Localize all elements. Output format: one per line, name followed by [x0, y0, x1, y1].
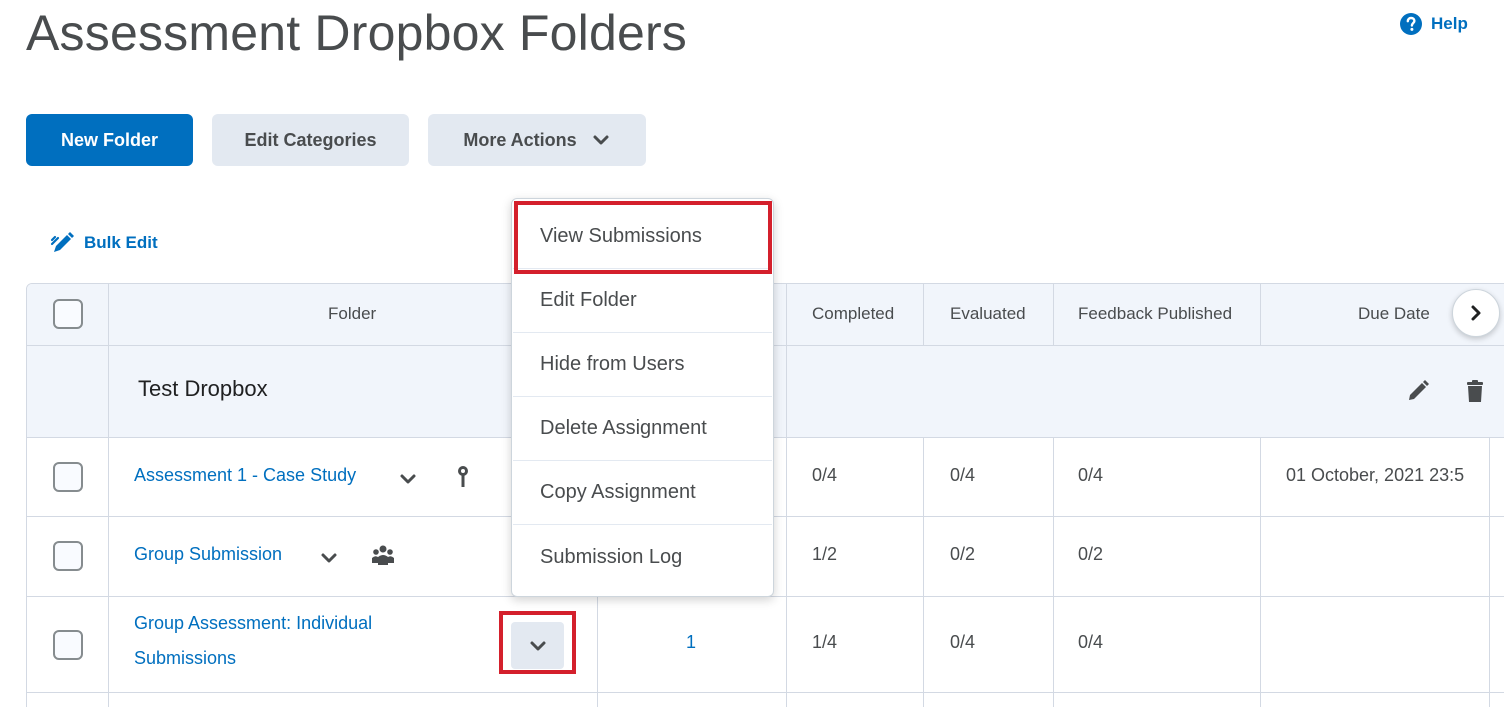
folder-link[interactable]: Assessment 1 - Case Study	[134, 465, 356, 486]
header-due-date[interactable]: Due Date	[1358, 304, 1430, 324]
completed-value: 0/4	[812, 465, 838, 485]
bulk-edit-icon	[50, 232, 74, 252]
edit-categories-button[interactable]: Edit Categories	[212, 114, 409, 166]
chevron-down-icon[interactable]	[318, 547, 340, 569]
table-row: Group Assessment: Individual Submissions…	[27, 597, 1504, 693]
highlight-box	[514, 201, 772, 274]
new-folder-button[interactable]: New Folder	[26, 114, 193, 166]
header-completed[interactable]: Completed	[812, 304, 894, 324]
more-actions-button[interactable]: More Actions	[428, 114, 646, 166]
menu-item-submission-log[interactable]: Submission Log	[513, 525, 772, 589]
folder-link[interactable]: Group Submission	[134, 544, 282, 565]
menu-item-hide-from-users[interactable]: Hide from Users	[513, 333, 772, 397]
new-submissions-link[interactable]: 1	[686, 632, 696, 653]
chevron-down-icon	[593, 135, 609, 145]
folder-link-line2[interactable]: Submissions	[134, 648, 236, 669]
column-divider	[1260, 284, 1261, 346]
chevron-right-icon	[1471, 305, 1481, 321]
row-checkbox[interactable]	[53, 630, 83, 660]
select-all-checkbox[interactable]	[53, 299, 83, 329]
highlight-box	[499, 611, 576, 674]
help-link[interactable]: Help	[1399, 12, 1468, 36]
feedback-published-value: 0/4	[1078, 632, 1104, 652]
bulk-edit-button[interactable]: Bulk Edit	[50, 230, 158, 256]
column-divider	[923, 284, 924, 346]
header-feedback-published[interactable]: Feedback Published	[1078, 304, 1232, 324]
folder-link-line1[interactable]: Group Assessment: Individual	[134, 613, 372, 634]
more-actions-label: More Actions	[463, 129, 577, 150]
column-divider	[786, 284, 787, 707]
feedback-published-value: 0/4	[1078, 465, 1104, 485]
group-icon	[372, 545, 394, 565]
row-checkbox[interactable]	[53, 462, 83, 492]
chevron-down-icon[interactable]	[397, 468, 419, 490]
column-divider	[108, 284, 109, 707]
column-divider	[923, 438, 924, 707]
scroll-right-button[interactable]	[1452, 289, 1500, 337]
pencil-icon[interactable]	[1405, 378, 1431, 404]
row-checkbox[interactable]	[53, 541, 83, 571]
help-label: Help	[1431, 14, 1468, 33]
evaluated-value: 0/4	[950, 465, 976, 485]
column-divider	[1053, 438, 1054, 707]
trash-icon[interactable]	[1462, 378, 1488, 404]
evaluated-value: 0/2	[950, 544, 976, 564]
column-divider	[1260, 438, 1261, 707]
table-row	[27, 693, 1504, 707]
column-divider	[1489, 438, 1490, 707]
completed-value: 1/2	[812, 544, 838, 564]
key-icon	[458, 466, 468, 487]
menu-item-edit-folder[interactable]: Edit Folder	[513, 269, 772, 333]
evaluated-value: 0/4	[950, 632, 976, 652]
header-evaluated[interactable]: Evaluated	[950, 304, 1026, 324]
due-date-value: 01 October, 2021 23:5	[1286, 465, 1465, 485]
menu-item-delete-assignment[interactable]: Delete Assignment	[513, 397, 772, 461]
category-title: Test Dropbox	[138, 376, 268, 401]
menu-item-copy-assignment[interactable]: Copy Assignment	[513, 461, 772, 525]
header-folder[interactable]: Folder	[328, 304, 376, 324]
bulk-edit-label: Bulk Edit	[84, 233, 158, 252]
feedback-published-value: 0/2	[1078, 544, 1104, 564]
column-divider	[1053, 284, 1054, 346]
completed-value: 1/4	[812, 632, 838, 652]
help-icon	[1400, 13, 1422, 35]
page-title: Assessment Dropbox Folders	[26, 5, 688, 61]
